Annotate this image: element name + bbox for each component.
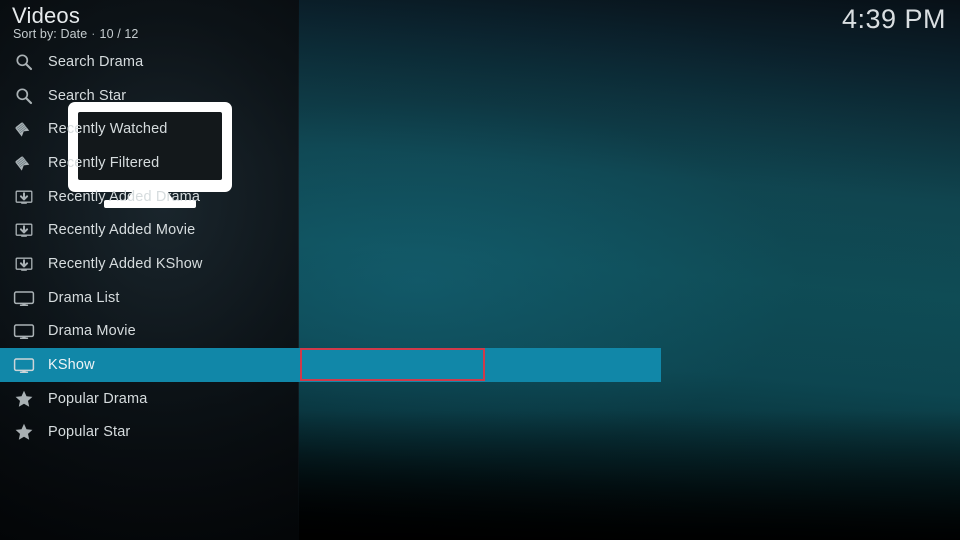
menu-item-popular-drama[interactable]: Popular Drama — [0, 382, 661, 416]
search-icon — [13, 85, 35, 107]
item-count: 10 / 12 — [99, 27, 139, 41]
menu-item-recently-filtered[interactable]: Recently Filtered — [0, 146, 661, 180]
menu-item-recently-added-movie[interactable]: Recently Added Movie — [0, 213, 661, 247]
monitor-icon — [13, 287, 35, 309]
menu-item-label: Search Star — [48, 87, 127, 104]
menu-item-recently-watched[interactable]: Recently Watched — [0, 112, 661, 146]
menu-item-label: Recently Watched — [48, 121, 168, 138]
menu-item-kshow[interactable]: KShow — [0, 348, 661, 382]
download-icon — [13, 253, 35, 275]
search-icon — [13, 51, 35, 73]
sort-separator: · — [91, 27, 96, 41]
tag-icon — [13, 152, 35, 174]
star-icon — [13, 421, 35, 443]
menu-item-label: Search Drama — [48, 53, 144, 70]
video-menu-list[interactable]: Search Drama Search Star Recently Watched R… — [0, 45, 661, 449]
sort-info: Sort by: Date · 10 / 12 — [13, 26, 138, 42]
menu-item-popular-star[interactable]: Popular Star — [0, 416, 661, 450]
menu-item-search-drama[interactable]: Search Drama — [0, 45, 661, 79]
download-icon — [13, 219, 35, 241]
menu-item-drama-movie[interactable]: Drama Movie — [0, 315, 661, 349]
sort-label: Sort by: Date — [13, 27, 88, 41]
clock: 4:39 PM — [841, 4, 946, 34]
tag-icon — [13, 118, 35, 140]
monitor-icon — [13, 354, 35, 376]
kodi-videos-screen: Videos Sort by: Date · 10 / 12 4:39 PM Sea… — [0, 0, 960, 540]
menu-item-label: Popular Star — [48, 424, 131, 441]
menu-item-label: Recently Added Drama — [48, 188, 201, 205]
menu-item-drama-list[interactable]: Drama List — [0, 281, 661, 315]
menu-item-recently-added-drama[interactable]: Recently Added Drama — [0, 180, 661, 214]
menu-item-label: Recently Added KShow — [48, 255, 203, 272]
menu-item-search-star[interactable]: Search Star — [0, 79, 661, 113]
menu-item-label: Recently Added Movie — [48, 222, 196, 239]
menu-item-label: Popular Drama — [48, 390, 148, 407]
monitor-icon — [13, 320, 35, 342]
menu-item-label: Recently Filtered — [48, 154, 160, 171]
menu-item-label: Drama List — [48, 289, 120, 306]
star-icon — [13, 388, 35, 410]
menu-item-recently-added-kshow[interactable]: Recently Added KShow — [0, 247, 661, 281]
menu-item-label: Drama Movie — [48, 323, 136, 340]
download-icon — [13, 186, 35, 208]
menu-item-label: KShow — [48, 357, 95, 374]
